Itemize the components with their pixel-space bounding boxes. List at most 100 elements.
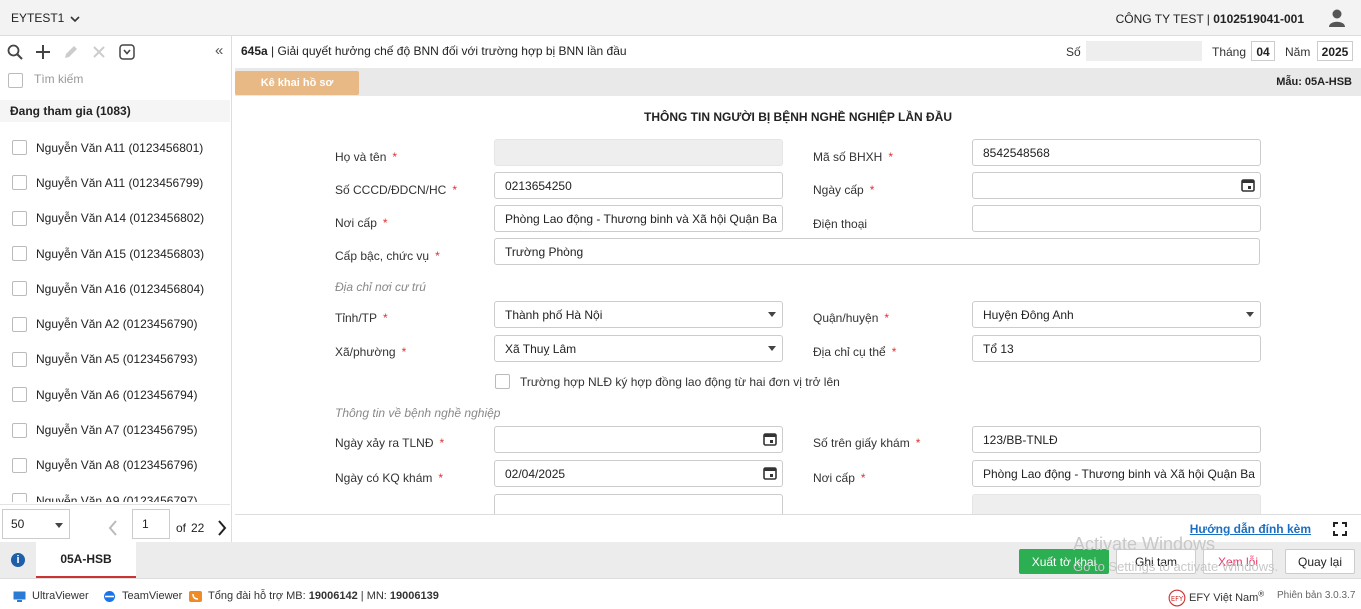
calendar-icon[interactable] [763,466,777,480]
add-icon[interactable] [32,42,53,62]
support-hotline: Tổng đài hỗ trợ MB: 19006142 | MN: 19006… [189,590,439,602]
ngay-cap-label: Ngày cấp * [813,183,875,197]
sidebar-search[interactable]: Tìm kiếm [8,72,228,92]
list-item[interactable]: Nguyễn Văn A5 (0123456793) [0,342,230,377]
list-item[interactable]: Nguyễn Văn A14 (0123456802) [0,201,230,236]
xa-select[interactable]: Xã Thuỵ Lâm [494,335,783,362]
page-input[interactable]: 1 [132,509,170,539]
select-all-checkbox[interactable] [8,73,23,88]
nam-input[interactable]: 2025 [1317,41,1353,61]
row-checkbox[interactable] [12,457,27,473]
search-input[interactable]: Tìm kiếm [34,72,83,86]
row-checkbox[interactable] [12,422,27,438]
tenant-name: EYTEST1 [11,11,65,25]
section-disease: Thông tin về bệnh nghề nghiệp [335,406,501,420]
user-icon[interactable] [1327,8,1347,28]
info-icon[interactable]: i [11,553,25,567]
row-checkbox[interactable] [12,493,27,502]
calendar-icon[interactable] [1241,178,1255,192]
back-button[interactable]: Quay lại [1285,549,1355,574]
collapse-sidebar-icon[interactable]: « [215,42,223,59]
caret-down-icon [55,523,63,528]
top-bar: EYTEST1 CÔNG TY TEST | 0102519041-001 [0,0,1361,36]
multi-employer-checkbox[interactable] [495,374,510,389]
employee-list: Nguyễn Văn A11 (0123456801) Nguyễn Văn A… [0,130,230,502]
list-item[interactable]: Nguyễn Văn A2 (0123456790) [0,306,230,341]
group-header[interactable]: Đang tham gia (1083) [0,100,230,122]
prev-page-icon[interactable] [107,519,119,537]
quan-select[interactable]: Huyện Đông Anh [972,301,1261,328]
tenant-selector[interactable]: EYTEST1 [11,11,80,25]
tinh-label: Tỉnh/TP * [335,311,388,325]
row-checkbox[interactable] [12,210,27,226]
list-item[interactable]: Nguyễn Văn A11 (0123456801) [0,130,230,165]
employee-name: Nguyễn Văn A14 (0123456802) [36,211,205,226]
so-giay-kham-input[interactable]: 123/BB-TNLĐ [972,426,1261,453]
ngay-cap-input[interactable] [972,172,1261,199]
so-input[interactable] [1086,41,1202,61]
teamviewer-link[interactable]: TeamViewer [103,590,182,602]
page-size-value: 50 [11,517,25,531]
dropdown-menu-icon[interactable] [116,42,137,62]
partial-field-left[interactable] [494,494,783,514]
ma-bhxh-input[interactable]: 8542548568 [972,139,1261,166]
teamviewer-icon [104,590,115,602]
noi-cap2-input[interactable]: Phòng Lao động - Thương binh và Xã hội Q… [972,460,1261,487]
search-icon[interactable] [4,42,25,62]
ngay-kq-label: Ngày có KQ khám * [335,471,444,485]
tinh-select[interactable]: Thành phố Hà Nội [494,301,783,328]
dien-thoai-input[interactable] [972,205,1261,232]
list-item[interactable]: Nguyễn Văn A9 (0123456797) [0,483,230,502]
page-size-select[interactable]: 50 [2,509,70,539]
list-item[interactable]: Nguyễn Văn A7 (0123456795) [0,412,230,447]
ngay-kq-input[interactable]: 02/04/2025 [494,460,783,487]
row-checkbox[interactable] [12,351,27,367]
footer: UltraViewer TeamViewer Tổng đài hỗ trợ M… [0,578,1361,609]
list-item[interactable]: Nguyễn Văn A11 (0123456799) [0,165,230,200]
ho-ten-input[interactable] [494,139,783,166]
total-pages: 22 [191,521,205,535]
dia-chi-label: Địa chỉ cụ thể * [813,345,897,359]
tab-ke-khai-ho-so[interactable]: Kê khai hồ sơ [235,71,359,95]
form-code: Mẫu: 05A-HSB [1276,76,1352,88]
row-checkbox[interactable] [12,316,27,332]
so-giay-kham-label: Số trên giấy khám * [813,436,921,450]
thang-input[interactable]: 04 [1251,41,1275,61]
form-toolbar: Kê khai hồ sơ Mẫu: 05A-HSB [235,68,1361,96]
cap-bac-input[interactable]: Trường Phòng [494,238,1260,265]
next-page-icon[interactable] [216,519,228,537]
thang-label: Tháng [1212,45,1247,59]
list-item[interactable]: Nguyễn Văn A15 (0123456803) [0,236,230,271]
sidebar-toolbar [4,42,137,62]
employee-sidebar: « Tìm kiếm Đang tham gia (1083) Nguyễn V… [0,36,232,542]
ngay-xay-ra-input[interactable] [494,426,783,453]
row-checkbox[interactable] [12,175,27,191]
fullscreen-icon[interactable] [1333,522,1347,536]
edit-icon[interactable] [60,42,81,62]
row-checkbox[interactable] [12,387,27,403]
chevron-down-icon [70,16,80,22]
noi-cap2-label: Nơi cấp * [813,471,866,485]
list-item[interactable]: Nguyễn Văn A16 (0123456804) [0,271,230,306]
partial-field-right[interactable] [972,494,1261,514]
pagination: 50 1 of 22 [0,504,230,542]
declaration-form: THÔNG TIN NGƯỜI BỊ BỆNH NGHỀ NGHIỆP LẦN … [235,98,1361,514]
tab-05a-hsb[interactable]: 05A-HSB [36,542,136,578]
delete-icon[interactable] [88,42,109,62]
employee-name: Nguyễn Văn A9 (0123456797) [36,493,198,502]
list-item[interactable]: Nguyễn Văn A6 (0123456794) [0,377,230,412]
noi-cap-label: Nơi cấp * [335,216,388,230]
version: Phiên bản 3.0.3.7 [1277,590,1356,601]
dia-chi-input[interactable]: Tổ 13 [972,335,1261,362]
row-checkbox[interactable] [12,281,27,297]
employee-name: Nguyễn Văn A7 (0123456795) [36,423,198,438]
row-checkbox[interactable] [12,140,27,156]
list-item[interactable]: Nguyễn Văn A8 (0123456796) [0,448,230,483]
page-of-label: of [176,521,187,535]
cccd-input[interactable]: 0213654250 [494,172,783,199]
row-checkbox[interactable] [12,246,27,262]
ultraviewer-link[interactable]: UltraViewer [13,590,89,602]
calendar-icon[interactable] [763,432,777,446]
noi-cap-input[interactable]: Phòng Lao động - Thương binh và Xã hội Q… [494,205,783,232]
monitor-icon [13,591,26,602]
